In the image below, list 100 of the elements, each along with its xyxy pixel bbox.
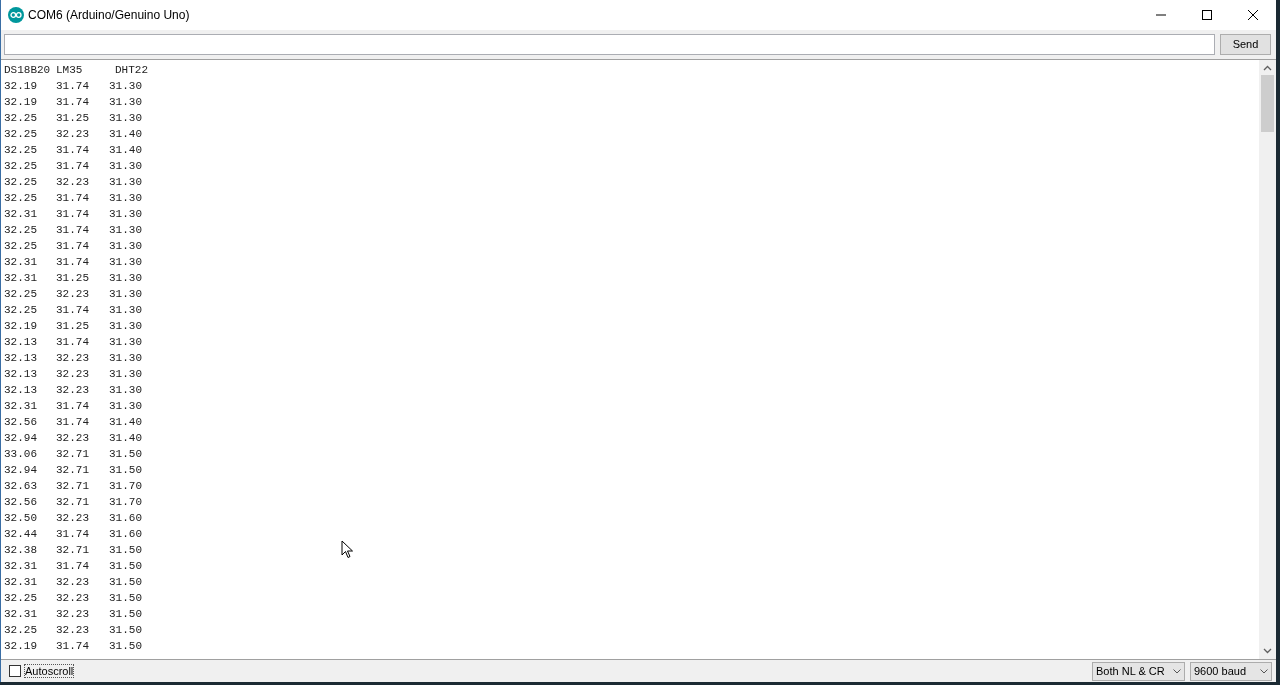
- caret-icon: [1260, 668, 1268, 674]
- output-text: 31.30: [109, 399, 142, 414]
- scrollbar-thumb[interactable]: [1261, 75, 1274, 132]
- output-text: 32.25: [4, 127, 37, 142]
- output-text: 32.23: [56, 127, 89, 142]
- output-text: 31.60: [109, 527, 142, 542]
- output-text: 32.31: [4, 559, 37, 574]
- output-text: 31.40: [109, 415, 142, 430]
- output-text: 31.74: [56, 191, 89, 206]
- output-text: 31.74: [56, 255, 89, 270]
- output-text: 31.74: [56, 79, 89, 94]
- output-text: 32.25: [4, 287, 37, 302]
- input-field[interactable]: [4, 34, 1215, 55]
- send-button[interactable]: Send: [1220, 34, 1271, 55]
- output-text: 32.23: [56, 367, 89, 382]
- output-text: 31.50: [109, 543, 142, 558]
- output-text: 31.30: [109, 383, 142, 398]
- scroll-up-icon[interactable]: [1263, 65, 1272, 71]
- output-text: 32.25: [4, 223, 37, 238]
- output-text: 32.44: [4, 527, 37, 542]
- output-text: 31.30: [109, 287, 142, 302]
- output-text: 31.30: [109, 335, 142, 350]
- output-text: 31.30: [109, 79, 142, 94]
- output-text: 31.60: [109, 511, 142, 526]
- output-text: 31.50: [109, 607, 142, 622]
- output-text: 31.74: [56, 527, 89, 542]
- output-text: 32.23: [56, 591, 89, 606]
- baud-rate-dropdown[interactable]: 9600 baud: [1190, 661, 1272, 681]
- output-text: 31.74: [56, 207, 89, 222]
- output-text: 32.23: [56, 511, 89, 526]
- output-text: 32.19: [4, 319, 37, 334]
- output-text: 32.63: [4, 479, 37, 494]
- output-text: 31.50: [109, 559, 142, 574]
- output-text: 32.23: [56, 623, 89, 638]
- output-text: 32.31: [4, 575, 37, 590]
- output-text: 31.74: [56, 159, 89, 174]
- output-text: 31.74: [56, 639, 89, 654]
- output-text: 31.30: [109, 239, 142, 254]
- output-text: 31.70: [109, 479, 142, 494]
- output-text: 32.31: [4, 207, 37, 222]
- output-text: DHT22: [115, 63, 148, 78]
- scrollbar[interactable]: [1259, 60, 1276, 659]
- maximize-icon: [1202, 10, 1212, 20]
- output-text: 31.30: [109, 271, 142, 286]
- output-text: 31.30: [109, 175, 142, 190]
- output-text: 32.19: [4, 95, 37, 110]
- output-text: 32.25: [4, 143, 37, 158]
- output-text: 32.25: [4, 175, 37, 190]
- window-title: COM6 (Arduino/Genuino Uno): [28, 7, 190, 24]
- output-text: 31.30: [109, 95, 142, 110]
- output-text: 32.31: [4, 607, 37, 622]
- output-text: 31.70: [109, 495, 142, 510]
- output-text: 31.30: [109, 191, 142, 206]
- output-text: 32.25: [4, 111, 37, 126]
- output-text: 31.50: [109, 639, 142, 654]
- output-text: 31.50: [109, 591, 142, 606]
- line-ending-dropdown[interactable]: Both NL & CR: [1092, 661, 1185, 681]
- output-text: 32.13: [4, 335, 37, 350]
- output-text: 32.56: [4, 495, 37, 510]
- output-text: 32.13: [4, 351, 37, 366]
- output-text: 32.13: [4, 367, 37, 382]
- mouse-pointer-icon: [341, 540, 354, 559]
- output-text: 31.30: [109, 303, 142, 318]
- output-text: 31.50: [109, 463, 142, 478]
- output-text: 32.56: [4, 415, 37, 430]
- output-text: 31.74: [56, 95, 89, 110]
- output-text: DS18B20: [4, 63, 51, 78]
- output-text: 32.71: [56, 463, 89, 478]
- output-text: 32.25: [4, 591, 37, 606]
- output-text: 32.71: [56, 479, 89, 494]
- output-text: 32.25: [4, 623, 37, 638]
- output-text: 33.06: [4, 447, 37, 462]
- output-text: 31.50: [109, 447, 142, 462]
- output-text: 31.40: [109, 143, 142, 158]
- output-text: 32.23: [56, 431, 89, 446]
- output-text: 32.25: [4, 191, 37, 206]
- output-text: 31.74: [56, 143, 89, 158]
- autoscroll-label[interactable]: Autoscroll: [24, 664, 75, 678]
- output-text: 32.25: [4, 239, 37, 254]
- output-text: 32.71: [56, 447, 89, 462]
- output-text: 31.30: [109, 351, 142, 366]
- output-text: 31.50: [109, 575, 142, 590]
- autoscroll-checkbox[interactable]: [9, 665, 21, 677]
- output-text: 32.71: [56, 495, 89, 510]
- close-icon: [1248, 10, 1258, 20]
- output-text: 31.40: [109, 431, 142, 446]
- output-text: 32.31: [4, 399, 37, 414]
- output-text: 31.74: [56, 415, 89, 430]
- output-text: 31.30: [109, 319, 142, 334]
- output-text: 31.74: [56, 399, 89, 414]
- output-text: 32.23: [56, 287, 89, 302]
- output-text: 32.19: [4, 639, 37, 654]
- output-text: 31.74: [56, 239, 89, 254]
- output-text: LM35: [56, 63, 83, 78]
- output-text: 31.25: [56, 319, 89, 334]
- output-text: 32.94: [4, 431, 37, 446]
- output-text: 32.71: [56, 543, 89, 558]
- output-text: 31.30: [109, 159, 142, 174]
- scroll-down-icon[interactable]: [1263, 648, 1272, 654]
- output-text: 31.30: [109, 223, 142, 238]
